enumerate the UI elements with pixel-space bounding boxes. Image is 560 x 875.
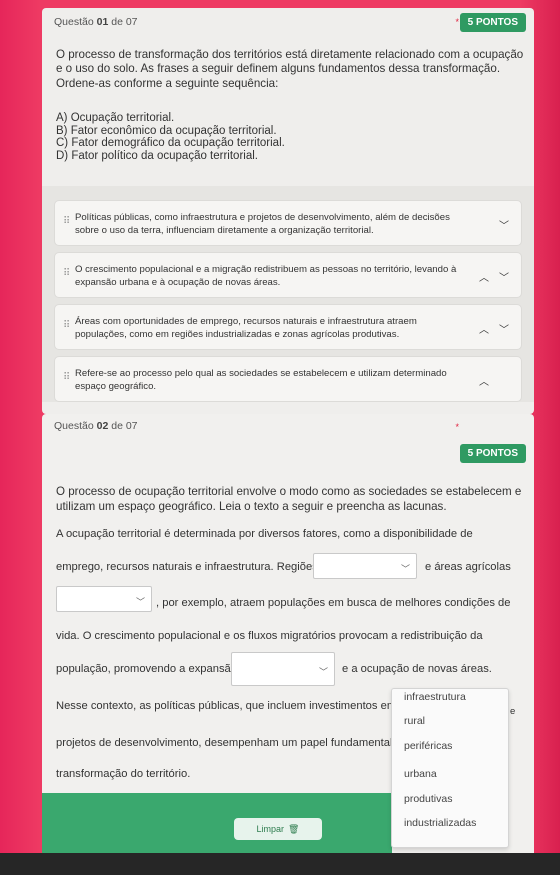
question-2-label: Questão 02 de 07 [54,420,138,432]
ordering-item-text: Áreas com oportunidades de emprego, recu… [75,316,417,340]
question-label-prefix: Questão [54,16,97,28]
ordering-item[interactable]: ⠿ Áreas com oportunidades de emprego, re… [54,304,522,350]
question-label-prefix: Questão [54,420,97,432]
clear-button[interactable]: Limpar 🗑 [234,818,322,840]
move-up-icon[interactable]: ︿ [479,373,489,388]
move-down-icon[interactable]: ﹀ [499,321,509,336]
clear-button-label: Limpar [256,824,285,834]
blank-dropdown-1[interactable]: ﹀ [313,553,417,579]
required-marker: * [455,422,459,432]
move-down-icon[interactable]: ﹀ [499,269,509,284]
ordering-item-text: Refere-se ao processo pelo qual as socie… [75,368,447,392]
bottom-edge [0,853,560,875]
fill-line-5a: população, promovendo a expansão [56,663,237,675]
dropdown-option[interactable]: rural [404,715,425,727]
ordering-list: ⠿ Políticas públicas, como infraestrutur… [42,186,534,402]
dropdown-option[interactable]: infraestrutura [404,691,466,703]
fill-line-4: vida. O crescimento populacional e os fl… [56,630,483,642]
question-label-suffix: de 07 [108,420,138,432]
drag-handle-icon[interactable]: ⠿ [63,268,70,279]
question-instruction: Ordene-as conforme a seguinte sequência: [56,77,279,90]
chevron-down-icon: ﹀ [318,667,328,677]
fill-line-7: projetos de desenvolvimento, desempenham… [56,737,402,749]
dropdown-option[interactable]: industrializadas [404,817,476,829]
sequence-option-b: B) Fator econômico da ocupação territori… [56,124,277,137]
fill-line-6b: e [510,706,516,717]
drag-handle-icon[interactable]: ⠿ [63,372,70,383]
blank-dropdown-2[interactable]: ﹀ [56,586,152,612]
fill-line-2a: emprego, recursos naturais e infraestrut… [56,561,318,573]
blank-dropdown-3[interactable]: ﹀ [231,652,335,686]
question-statement: O processo de ocupação territorial envol… [56,485,522,513]
ordering-item[interactable]: ⠿ Políticas públicas, como infraestrutur… [54,200,522,246]
dropdown-option[interactable]: periféricas [404,740,452,752]
chevron-down-icon: ﹀ [135,597,145,607]
ordering-item-text: O crescimento populacional e a migração … [75,264,457,288]
points-badge: 5 PONTOS [459,444,526,463]
fill-line-1: A ocupação territorial é determinada por… [56,528,473,540]
sequence-legend: A) Ocupação territorial. B) Fator econôm… [56,112,285,162]
dropdown-options-menu: infraestrutura rural periféricas urbana … [391,688,509,848]
points-badge: 5 PONTOS [459,13,526,32]
required-marker: * [455,17,459,27]
fill-line-2b: e áreas agrícolas [425,561,511,573]
question-number: 02 [96,420,109,432]
fill-line-5b: e a ocupação de novas áreas. [342,663,492,675]
question-label-suffix: de 07 [108,16,138,28]
drag-handle-icon[interactable]: ⠿ [63,216,70,227]
ordering-item-text: Políticas públicas, como infraestrutura … [75,212,450,236]
sequence-option-d: D) Fator político da ocupação territoria… [56,149,258,162]
trash-icon: 🗑 [288,823,300,834]
ordering-item[interactable]: ⠿ Refere-se ao processo pelo qual as soc… [54,356,522,402]
footer-bar [42,793,392,853]
fill-line-3b: , por exemplo, atraem populações em busc… [156,597,511,609]
move-down-icon[interactable]: ﹀ [499,217,509,232]
drag-handle-icon[interactable]: ⠿ [63,320,70,331]
ordering-item[interactable]: ⠿ O crescimento populacional e a migraçã… [54,252,522,298]
question-statement: O processo de transformação dos territór… [56,48,524,75]
move-up-icon[interactable]: ︿ [479,269,489,284]
fill-line-8: transformação do território. [56,768,191,780]
sequence-option-a: A) Ocupação territorial. [56,112,175,124]
dropdown-option[interactable]: urbana [404,768,437,780]
chevron-down-icon: ﹀ [400,564,410,574]
move-up-icon[interactable]: ︿ [479,321,489,336]
sequence-option-c: C) Fator demográfico da ocupação territo… [56,137,285,149]
question-number: 01 [96,16,109,28]
dropdown-option[interactable]: produtivas [404,793,452,805]
fill-line-6a: Nesse contexto, as políticas públicas, q… [56,700,397,712]
question-1-label: Questão 01 de 07 [54,16,138,28]
